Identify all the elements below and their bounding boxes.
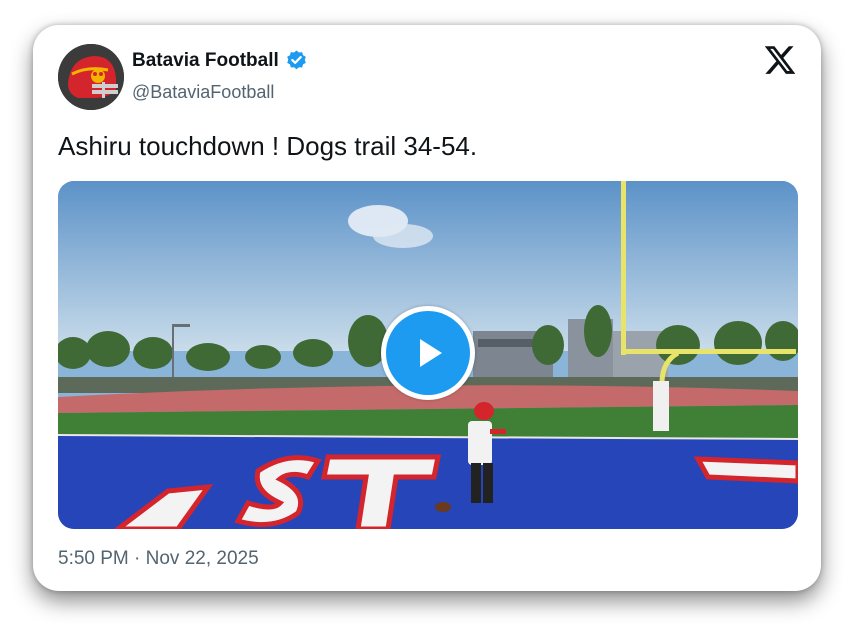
tweet-card[interactable]: Batavia Football @BataviaFootball Ashiru…	[33, 25, 821, 591]
video-player[interactable]	[58, 181, 798, 529]
timestamp[interactable]: 5:50 PM · Nov 22, 2025	[58, 548, 259, 570]
tweet-text: Ashiru touchdown ! Dogs trail 34-54.	[58, 131, 478, 161]
x-logo-icon[interactable]	[763, 43, 797, 77]
play-button[interactable]	[381, 306, 475, 400]
display-name-row[interactable]: Batavia Football	[132, 49, 308, 72]
handle[interactable]: @BataviaFootball	[132, 82, 274, 103]
display-name[interactable]: Batavia Football	[132, 50, 279, 72]
avatar[interactable]	[58, 44, 124, 110]
play-icon	[386, 311, 470, 395]
verified-badge-icon	[285, 49, 308, 72]
